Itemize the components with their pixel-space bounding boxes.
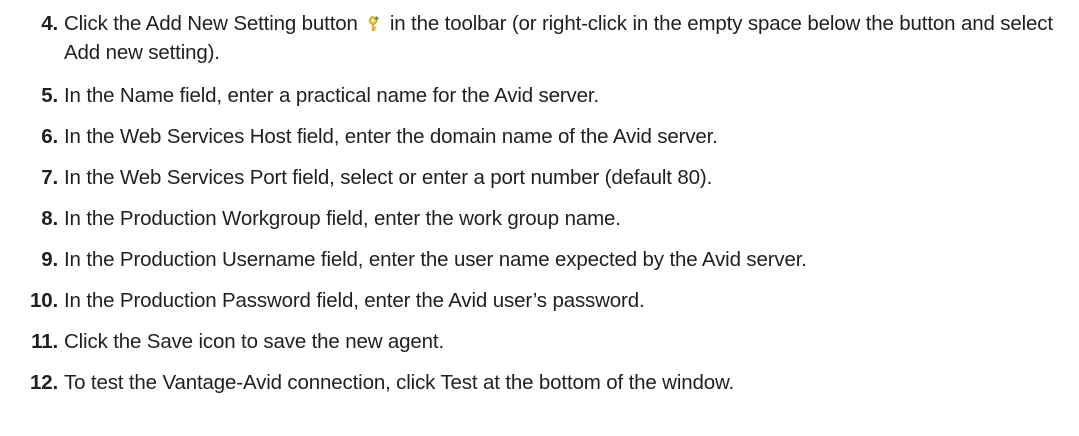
instruction-steps: 4. Click the Add New Setting button in t… xyxy=(0,0,1079,396)
step-number: 8. xyxy=(41,207,58,230)
step-10: 10. In the Production Password field, en… xyxy=(0,287,1079,314)
step-5: 5. In the Name field, enter a practical … xyxy=(0,82,1079,109)
step-number: 9. xyxy=(41,248,58,271)
step-4: 4. Click the Add New Setting button in t… xyxy=(0,10,1079,66)
step-number: 5. xyxy=(41,84,58,107)
step-text: Click the Save icon to save the new agen… xyxy=(64,330,445,353)
step-text: To test the Vantage-Avid connection, cli… xyxy=(64,371,735,394)
step-number: 6. xyxy=(41,125,58,148)
step-text: In the Production Workgroup field, enter… xyxy=(64,207,621,230)
step-12: 12. To test the Vantage-Avid connection,… xyxy=(0,369,1079,396)
step-number: 7. xyxy=(41,166,58,189)
step-text: Click the Add New Setting button xyxy=(64,12,358,35)
step-9: 9. In the Production Username field, ent… xyxy=(0,246,1079,273)
step-number: 10. xyxy=(29,289,58,312)
step-7: 7. In the Web Services Port field, selec… xyxy=(0,164,1079,191)
step-text: In the Web Services Host field, enter th… xyxy=(64,125,718,148)
step-11: 11. Click the Save icon to save the new … xyxy=(0,328,1079,355)
step-text: In the Name field, enter a practical nam… xyxy=(64,84,599,107)
step-number: 11. xyxy=(31,330,58,353)
step-number: 4. xyxy=(41,12,58,35)
step-text: In the Production Password field, enter … xyxy=(64,289,645,312)
step-8: 8. In the Production Workgroup field, en… xyxy=(0,205,1079,232)
step-6: 6. In the Web Services Host field, enter… xyxy=(0,123,1079,150)
step-text: In the Production Username field, enter … xyxy=(64,248,807,271)
step-text: In the Web Services Port field, select o… xyxy=(64,166,713,189)
step-number: 12. xyxy=(29,371,58,394)
add-setting-icon xyxy=(367,12,380,39)
